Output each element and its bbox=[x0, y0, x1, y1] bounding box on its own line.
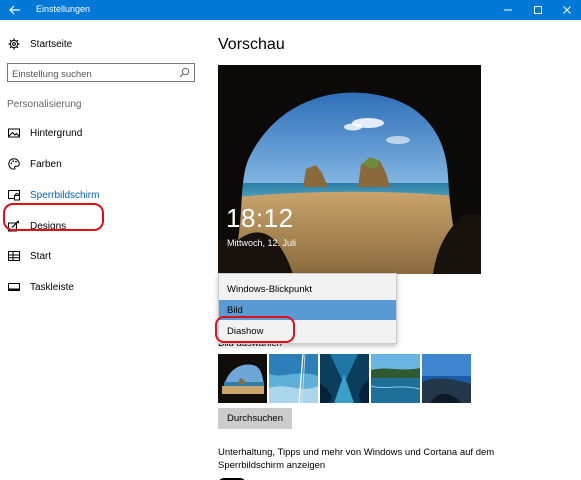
annotation-highlight-sperrbildschirm bbox=[3, 203, 104, 231]
preview-date: Mittwoch, 12. Juli bbox=[227, 238, 297, 248]
annotation-highlight-diashow bbox=[215, 316, 295, 343]
thumbnail-image bbox=[320, 354, 369, 403]
picture-thumbnail[interactable] bbox=[422, 354, 471, 403]
taskbar-icon bbox=[8, 283, 20, 291]
palette-icon bbox=[8, 158, 20, 170]
search-input[interactable] bbox=[8, 66, 168, 83]
search-icon[interactable] bbox=[179, 67, 190, 78]
sidebar-item-label: Hintergrund bbox=[30, 127, 83, 139]
start-tiles-icon bbox=[8, 251, 20, 261]
minimize-icon bbox=[504, 9, 512, 11]
dropdown-option-windows-blickpunkt[interactable]: Windows-Blickpunkt bbox=[219, 279, 396, 299]
sidebar-item-label: Sperrbildschirm bbox=[30, 189, 100, 201]
browse-button[interactable]: Durchsuchen bbox=[218, 408, 292, 429]
sidebar-item-label: Taskleiste bbox=[30, 281, 74, 293]
home-label: Startseite bbox=[30, 38, 73, 50]
background-type-dropdown[interactable]: Windows-Blickpunkt Bild Diashow bbox=[215, 273, 397, 344]
section-title: Personalisierung bbox=[7, 99, 82, 110]
sidebar: Startseite Personalisierung Hintergrund … bbox=[0, 20, 207, 480]
main-content: Vorschau 18:12 Mittwoch, 12. Juli Durchs… bbox=[207, 20, 581, 480]
preview-clock: 18:12 bbox=[226, 203, 294, 233]
sidebar-item-label: Farben bbox=[30, 158, 62, 170]
sidebar-item-taskleiste[interactable]: Taskleiste bbox=[8, 278, 74, 296]
sidebar-item-label: Start bbox=[30, 250, 52, 262]
maximize-icon bbox=[534, 6, 542, 14]
close-icon bbox=[563, 6, 571, 14]
lock-screen-preview: 18:12 Mittwoch, 12. Juli bbox=[218, 65, 481, 274]
picture-thumbnail[interactable] bbox=[269, 354, 318, 403]
maximize-button[interactable] bbox=[523, 0, 553, 20]
sidebar-item-farben[interactable]: Farben bbox=[8, 155, 62, 173]
sidebar-item-start[interactable]: Start bbox=[8, 247, 51, 265]
sidebar-item-hintergrund[interactable]: Hintergrund bbox=[8, 124, 82, 142]
lock-screen-icon bbox=[8, 190, 20, 201]
gear-icon bbox=[8, 38, 20, 50]
home-link[interactable]: Startseite bbox=[8, 36, 72, 52]
back-arrow-icon bbox=[9, 5, 20, 15]
picture-icon bbox=[8, 128, 20, 138]
back-button[interactable] bbox=[0, 0, 30, 20]
thumbnail-image bbox=[269, 354, 318, 403]
picture-thumbnail[interactable] bbox=[218, 354, 267, 403]
picture-thumbnail[interactable] bbox=[320, 354, 369, 403]
title-bar: Einstellungen bbox=[0, 0, 581, 20]
page-title: Vorschau bbox=[218, 36, 285, 53]
search-box[interactable] bbox=[7, 63, 195, 83]
tips-setting-label: Unterhaltung, Tipps und mehr von Windows… bbox=[218, 447, 495, 471]
thumbnail-image bbox=[422, 354, 471, 403]
close-button[interactable] bbox=[552, 0, 581, 20]
window-title: Einstellungen bbox=[36, 4, 91, 14]
minimize-button[interactable] bbox=[493, 0, 523, 20]
sidebar-item-sperrbildschirm[interactable]: Sperrbildschirm bbox=[8, 186, 99, 204]
picture-thumbnail[interactable] bbox=[371, 354, 420, 403]
thumbnail-image bbox=[218, 354, 267, 403]
thumbnail-image bbox=[371, 354, 420, 403]
